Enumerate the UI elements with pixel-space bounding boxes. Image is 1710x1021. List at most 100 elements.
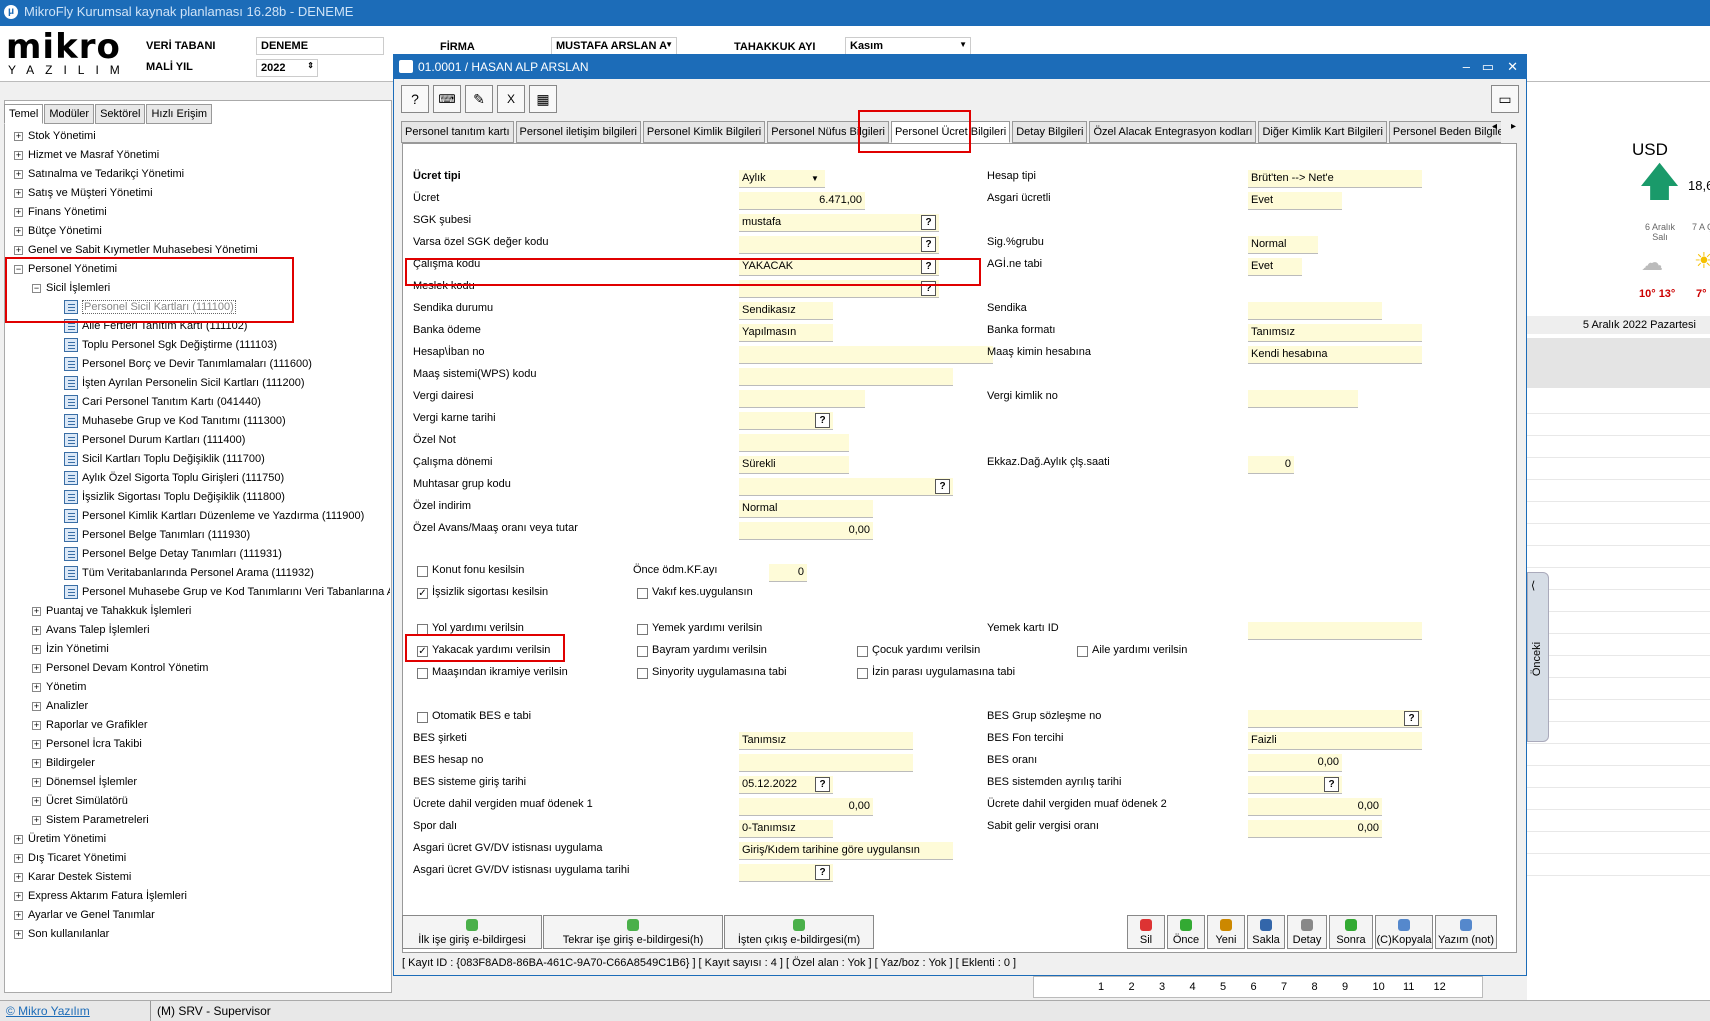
bes-sirketi-value-field[interactable]: Tanımsız <box>739 732 913 750</box>
tree-item[interactable]: Sicil Kartları Toplu Değişiklik (111700) <box>64 451 265 468</box>
tab-item[interactable]: Detay Bilgileri <box>1012 121 1088 143</box>
tree-item[interactable]: + Satınalma ve Tedarikçi Yönetimi <box>14 166 184 183</box>
tab-item[interactable]: Personel tanıtım kartı <box>401 121 514 143</box>
help-icon[interactable]: ? <box>401 85 429 113</box>
tree-item[interactable]: Personel Borç ve Devir Tanımlamaları (11… <box>64 356 312 373</box>
sabit-gelir-value-field[interactable]: 0,00 <box>1248 820 1382 838</box>
ozel-indirim-value-field[interactable]: Normal <box>739 500 873 518</box>
record-button[interactable]: Önce <box>1167 915 1205 949</box>
tab-moduler[interactable]: Modüler <box>44 104 95 124</box>
expand-icon[interactable]: + <box>32 758 41 768</box>
checkbox[interactable] <box>417 712 428 723</box>
expand-icon[interactable]: + <box>32 796 41 806</box>
tree-item[interactable]: + Sistem Parametreleri <box>32 812 149 829</box>
tree-item[interactable]: Personel Kimlik Kartları Düzenleme ve Ya… <box>64 508 364 525</box>
dropdown-icon[interactable]: ▼ <box>811 174 819 183</box>
tree-item[interactable]: Aylık Özel Sigorta Toplu Girişleri (1117… <box>64 470 284 487</box>
tab-item[interactable]: Personel iletişim bilgileri <box>515 121 641 143</box>
record-button[interactable]: Detay <box>1287 915 1327 949</box>
lookup-button[interactable]: ? <box>921 215 936 230</box>
isten-cikis-button[interactable]: İşten çıkış e-bildirgesi(m) <box>724 915 874 949</box>
bes-grup-value-field[interactable] <box>1248 710 1422 728</box>
tree-item[interactable]: + Personel Devam Kontrol Yönetim <box>32 660 208 677</box>
bes-fon-value-field[interactable]: Faizli <box>1248 732 1422 750</box>
checkbox[interactable] <box>637 646 648 657</box>
sendika-value-field[interactable] <box>1248 302 1382 320</box>
hesap-tipi-value-field[interactable]: Brüt'ten --> Net'e <box>1248 170 1422 188</box>
maas-kimin-value-field[interactable]: Kendi hesabına <box>1248 346 1422 364</box>
tab-item[interactable]: Personel Beden Bilgileri/Diğer b <box>1388 121 1501 143</box>
ekkaz-value-field[interactable]: 0 <box>1248 456 1294 474</box>
tree-item[interactable]: Personel Muhasebe Grup ve Kod Tanımların… <box>64 584 390 601</box>
expand-icon[interactable]: + <box>32 625 41 635</box>
agi-value-field[interactable]: Evet <box>1248 258 1302 276</box>
ozel-not-value-field[interactable] <box>739 434 849 452</box>
checkbox[interactable] <box>637 668 648 679</box>
checkbox[interactable] <box>857 646 868 657</box>
record-button[interactable]: Yeni <box>1207 915 1245 949</box>
calculator-icon[interactable]: ▭ <box>1491 85 1519 113</box>
banka-odeme-value-field[interactable]: Yapılmasın <box>739 324 833 342</box>
expand-icon[interactable]: + <box>32 701 41 711</box>
checkbox[interactable] <box>637 588 648 599</box>
record-button[interactable]: Yazım (not) <box>1435 915 1497 949</box>
tree-item[interactable]: + Dönemsel İşlemler <box>32 774 137 791</box>
tab-item[interactable]: Diğer Kimlik Kart Bilgileri <box>1258 121 1387 143</box>
excel-icon[interactable]: X <box>497 85 525 113</box>
expand-icon[interactable]: + <box>32 720 41 730</box>
checkbox[interactable] <box>417 668 428 679</box>
expand-icon[interactable]: + <box>14 245 23 255</box>
checkbox[interactable] <box>417 566 428 577</box>
bes-orani-value-field[interactable]: 0,00 <box>1248 754 1342 772</box>
expand-icon[interactable]: + <box>14 872 23 882</box>
record-button[interactable]: (C)Kopyala <box>1375 915 1433 949</box>
tree-item[interactable]: + Karar Destek Sistemi <box>14 869 131 886</box>
tekrar-ise-giris-button[interactable]: Tekrar işe giriş e-bildirgesi(h) <box>543 915 723 949</box>
expand-icon[interactable]: + <box>32 606 41 616</box>
spinner-icon[interactable]: ⇕ <box>307 61 314 70</box>
tree-item[interactable]: Tüm Veritabanlarında Personel Arama (111… <box>64 565 314 582</box>
tree-item[interactable]: + Ayarlar ve Genel Tanımlar <box>14 907 155 924</box>
tree-item[interactable]: Personel Durum Kartları (111400) <box>64 432 245 449</box>
tab-scroll-right-icon[interactable]: ▸ <box>1511 121 1516 132</box>
tab-item[interactable]: Personel Kimlik Bilgileri <box>642 121 766 143</box>
expand-icon[interactable]: + <box>14 929 23 939</box>
varsa-sgk-value-field[interactable] <box>739 236 939 254</box>
close-button[interactable]: ✕ <box>1507 55 1518 79</box>
checkbox[interactable] <box>1077 646 1088 657</box>
mali-yil-field[interactable]: 2022 ⇕ <box>256 59 318 77</box>
tab-hizli-erisim[interactable]: Hızlı Erişim <box>146 104 213 124</box>
checkbox[interactable] <box>857 668 868 679</box>
expand-icon[interactable]: + <box>14 891 23 901</box>
expand-icon[interactable]: + <box>14 226 23 236</box>
tree-item[interactable]: Muhasebe Grup ve Kod Tanıtımı (111300) <box>64 413 286 430</box>
tree-item[interactable]: + Raporlar ve Grafikler <box>32 717 147 734</box>
expand-icon[interactable]: + <box>14 910 23 920</box>
tree-item[interactable]: + Son kullanılanlar <box>14 926 109 943</box>
maximize-button[interactable]: ▭ <box>1482 55 1494 79</box>
firma-select[interactable]: MUSTAFA ARSLAN A ▼ <box>551 37 677 55</box>
expand-icon[interactable]: + <box>32 682 41 692</box>
expand-icon[interactable]: + <box>14 150 23 160</box>
record-button[interactable]: Sil <box>1127 915 1165 949</box>
vergi-kimlik-value-field[interactable] <box>1248 390 1358 408</box>
expand-icon[interactable]: + <box>32 644 41 654</box>
expand-icon[interactable]: + <box>32 663 41 673</box>
tree-item[interactable]: + Bildirgeler <box>32 755 95 772</box>
yemek-karti-value-field[interactable] <box>1248 622 1422 640</box>
tree-item[interactable]: + Bütçe Yönetimi <box>14 223 102 240</box>
grid-icon[interactable]: ▦ <box>529 85 557 113</box>
tree-item[interactable]: Cari Personel Tanıtım Kartı (041440) <box>64 394 261 411</box>
tree-item[interactable]: + Puantaj ve Tahakkuk İşlemleri <box>32 603 191 620</box>
tree-item[interactable]: Personel Belge Detay Tanımları (111931) <box>64 546 282 563</box>
tab-scroll-left-icon[interactable]: ◂ <box>1492 121 1497 132</box>
tree-item[interactable]: + Analizler <box>32 698 88 715</box>
tree-item[interactable]: + Finans Yönetimi <box>14 204 107 221</box>
tree-item[interactable]: Toplu Personel Sgk Değiştirme (111103) <box>64 337 277 354</box>
lookup-button[interactable]: ? <box>921 237 936 252</box>
tree-item[interactable]: + Dış Ticaret Yönetimi <box>14 850 126 867</box>
expand-icon[interactable]: + <box>32 815 41 825</box>
maas-sistemi-value-field[interactable] <box>739 368 953 386</box>
expand-icon[interactable]: + <box>32 739 41 749</box>
tab-item[interactable]: Özel Alacak Entegrasyon kodları <box>1089 121 1257 143</box>
